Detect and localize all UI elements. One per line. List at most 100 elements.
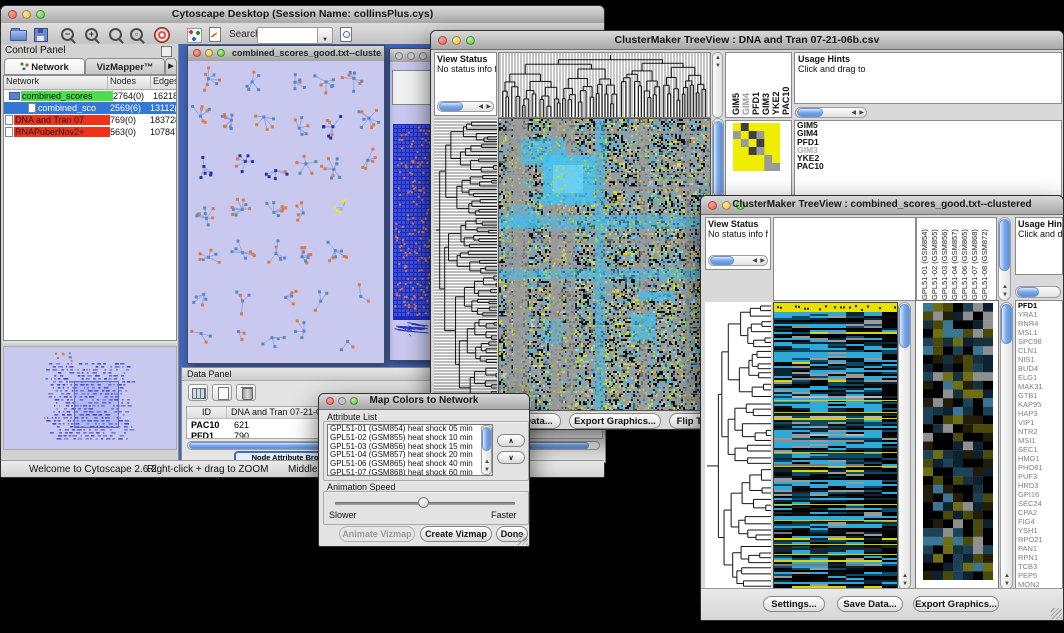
scrollbar-thumb[interactable]: [439, 102, 463, 111]
tv2-zoom-scrollbar[interactable]: ▲ ▼: [1000, 302, 1013, 590]
scrollbar-thumb[interactable]: [999, 219, 1010, 271]
search-dropdown-button[interactable]: ▼: [317, 27, 333, 44]
speed-slider-thumb[interactable]: [418, 497, 429, 508]
resize-grip[interactable]: [1051, 608, 1062, 619]
arrow-left-icon[interactable]: ◀: [851, 110, 856, 116]
arrow-up-icon[interactable]: ▲: [484, 459, 490, 465]
network-overview[interactable]: [3, 346, 177, 450]
main-titlebar[interactable]: Cytoscape Desktop (Session Name: collins…: [1, 6, 604, 24]
arrow-down-icon[interactable]: ▼: [484, 467, 490, 473]
column-header-network[interactable]: Network: [4, 76, 108, 89]
attribute-item[interactable]: GPL51-03 (GSM856) heat shock 15 min: [328, 443, 481, 452]
arrow-down-icon[interactable]: ▼: [715, 63, 721, 69]
tv2-column-labels[interactable]: GPL51-01 (GSM854)GPL51-02 (GSM855)GPL51-…: [916, 217, 997, 301]
scrollbar-thumb[interactable]: [899, 304, 910, 348]
open-session-button[interactable]: [9, 26, 29, 43]
arrow-down-icon[interactable]: ▼: [1004, 581, 1010, 587]
arrow-right-icon[interactable]: ▶: [486, 104, 491, 110]
arrow-down-icon[interactable]: ▼: [902, 581, 908, 587]
scrollbar-thumb[interactable]: [710, 256, 734, 265]
arrow-up-icon[interactable]: ▲: [715, 55, 721, 61]
zoom-fit-button[interactable]: ▫: [128, 26, 148, 43]
zoom-selected-button[interactable]: [107, 26, 127, 43]
minimize-icon[interactable]: [205, 49, 213, 57]
arrow-up-icon[interactable]: ▲: [1004, 573, 1010, 579]
arrow-left-icon[interactable]: ◀: [478, 104, 483, 110]
tv1-row-dendrogram[interactable]: [434, 118, 497, 409]
close-icon[interactable]: [193, 49, 201, 57]
zoom-in-button[interactable]: +: [83, 26, 103, 43]
tv2-hints-hscrollbar[interactable]: [1015, 286, 1061, 298]
float-panel-icon[interactable]: [161, 46, 172, 57]
tv1-row-labels[interactable]: GIM5GIM4PFD1GIM3YKE2PAC10: [794, 120, 1062, 196]
tv2-gene-labels[interactable]: PFD1YRA1RNR4MSL1SPC98CLN1NIS1BUD4ELG1MAK…: [1015, 300, 1063, 590]
tv2-collabel-scrollbar[interactable]: ▲ ▼: [998, 217, 1011, 301]
tv1-titlebar[interactable]: ClusterMaker TreeView : DNA and Tran 07-…: [431, 31, 1063, 50]
tv2-save-data-button[interactable]: Save Data...: [837, 596, 903, 612]
network-list-row[interactable]: combined_sco2569(6)13112(15): [4, 102, 176, 114]
tv2-global-heatmap[interactable]: [773, 302, 898, 592]
tv1-status-hscrollbar[interactable]: ◀ ▶: [437, 101, 494, 112]
overview-canvas[interactable]: [4, 347, 176, 449]
attribute-list-scrollbar[interactable]: ▲ ▼: [481, 425, 492, 475]
create-vizmap-button[interactable]: Create Vizmap: [420, 526, 492, 542]
network-canvas[interactable]: [188, 61, 384, 364]
column-header-edges[interactable]: Edges: [151, 76, 176, 89]
attribute-list[interactable]: GPL51-01 (GSM854) heat shock 05 minGPL51…: [327, 424, 493, 476]
tv2-settings-button[interactable]: Settings...: [763, 596, 825, 612]
tv2-export-graphics-button[interactable]: Export Graphics...: [913, 596, 999, 612]
arrow-up-icon[interactable]: ▲: [1002, 284, 1008, 290]
network-list-row[interactable]: combined_scores2764(0)16218(0): [4, 90, 176, 102]
tv2-status-hscrollbar[interactable]: ◀ ▶: [708, 255, 768, 266]
new-attribute-button[interactable]: [212, 384, 232, 401]
tv1-column-dendrogram[interactable]: [498, 52, 711, 118]
save-session-button[interactable]: [32, 26, 52, 43]
move-down-button[interactable]: ∨: [497, 451, 525, 464]
arrow-down-icon[interactable]: ▼: [1002, 292, 1008, 298]
help-button[interactable]: [153, 26, 173, 43]
tv1-coltree-scrollbar[interactable]: ▲ ▼: [712, 52, 723, 118]
maximize-icon[interactable]: [419, 52, 427, 60]
arrow-right-icon[interactable]: ▶: [859, 110, 864, 116]
attribute-item[interactable]: GPL51-02 (GSM855) heat shock 10 min: [328, 434, 481, 443]
column-header-nodes[interactable]: Nodes: [108, 76, 151, 89]
tv1-export-graphics-button[interactable]: Export Graphics...: [569, 413, 661, 429]
annotation-button[interactable]: [206, 26, 226, 43]
search-input[interactable]: [257, 27, 319, 44]
tv1-zoom-heatmap[interactable]: [733, 123, 780, 171]
select-attributes-button[interactable]: [188, 384, 208, 401]
delete-attribute-button[interactable]: [236, 384, 256, 401]
move-up-button[interactable]: ∧: [497, 434, 525, 447]
animate-vizmap-button[interactable]: Animate Vizmap: [339, 526, 415, 542]
maximize-icon[interactable]: [217, 49, 225, 57]
tv2-column-tree-area[interactable]: [773, 217, 916, 301]
vizmapper-shortcut-button[interactable]: [185, 26, 205, 43]
minimize-icon[interactable]: [407, 52, 415, 60]
network-list-row[interactable]: DNA and Tran 07769(0)183728(0): [4, 114, 176, 126]
arrow-right-icon[interactable]: ▶: [760, 258, 765, 264]
tv1-zoom-view[interactable]: [725, 120, 792, 196]
tv1-column-labels[interactable]: GIM5GIM4PFD1GIM3YKE2PAC10: [725, 52, 792, 118]
tab-network[interactable]: Network: [4, 58, 85, 75]
network-frame-titlebar[interactable]: combined_scores_good.txt--cluste...: [188, 46, 384, 62]
dialog-titlebar[interactable]: Map Colors to Network: [319, 394, 529, 410]
tv2-titlebar[interactable]: ClusterMaker TreeView : combined_scores_…: [701, 196, 1063, 215]
attribute-item[interactable]: GPL51-01 (GSM854) heat shock 05 min: [328, 425, 481, 434]
tv1-global-heatmap[interactable]: [498, 118, 711, 411]
tab-overflow-button[interactable]: ▶: [165, 58, 177, 75]
arrow-up-icon[interactable]: ▲: [902, 573, 908, 579]
tab-vizmapper[interactable]: VizMapper™: [85, 58, 165, 75]
scrollbar-thumb[interactable]: [1001, 304, 1012, 344]
scrollbar-thumb[interactable]: [713, 121, 723, 197]
scrollbar-thumb[interactable]: [482, 427, 491, 451]
resize-grip[interactable]: [517, 534, 528, 545]
tv1-hints-hscrollbar[interactable]: ◀ ▶: [795, 107, 867, 118]
column-header-id[interactable]: ID: [187, 407, 227, 418]
tv2-zoom-heatmap[interactable]: [923, 303, 993, 580]
tv2-vscrollbar[interactable]: ▲ ▼: [898, 302, 911, 590]
attribute-item[interactable]: GPL51-06 (GSM865) heat shock 40 min: [328, 460, 481, 469]
attribute-item[interactable]: GPL51-07 (GSM868) heat shock 60 min: [328, 469, 481, 476]
network-window-combined[interactable]: combined_scores_good.txt--cluste...: [187, 45, 385, 364]
arrow-left-icon[interactable]: ◀: [752, 258, 757, 264]
scrollbar-thumb[interactable]: [797, 108, 823, 117]
